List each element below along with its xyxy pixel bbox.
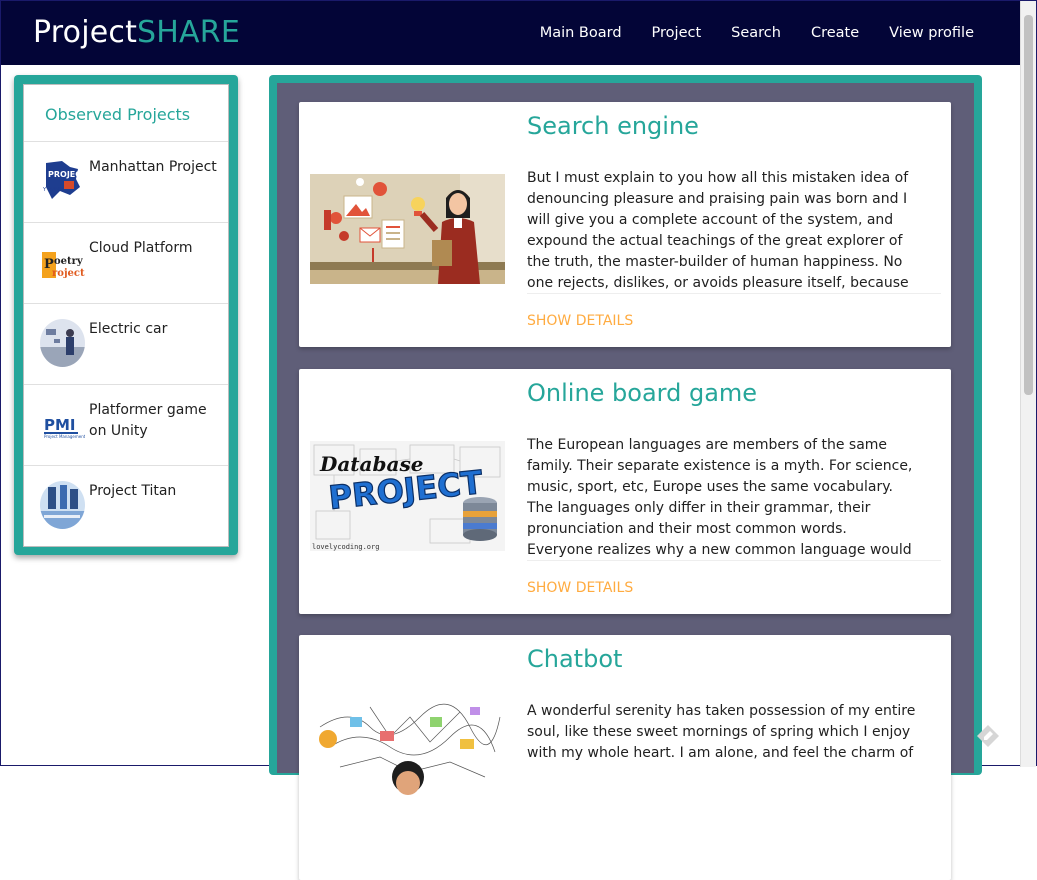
sidebar-item-cloud-platform[interactable]: P oetry roject Cloud Platform bbox=[24, 223, 228, 304]
scrollbar-thumb[interactable] bbox=[1024, 15, 1033, 395]
brand-logo[interactable]: ProjectSHARE bbox=[33, 13, 240, 53]
sidebar-item-label: Cloud Platform bbox=[89, 240, 193, 256]
nav-project[interactable]: Project bbox=[652, 25, 702, 41]
nav-main-board[interactable]: Main Board bbox=[540, 25, 622, 41]
project-thumbnail: PROJECT Y MANH bbox=[40, 157, 85, 205]
project-card: Chatbot A wonderful serenity has taken p… bbox=[299, 635, 951, 880]
svg-text:PMI: PMI bbox=[44, 416, 76, 434]
project-image bbox=[310, 687, 505, 797]
project-title[interactable]: Search engine bbox=[527, 111, 699, 141]
project-card: Database PROJECT lovelycoding.org Online… bbox=[299, 369, 951, 614]
project-description: A wonderful serenity has taken possessio… bbox=[527, 703, 916, 761]
edit-icon[interactable] bbox=[975, 723, 1001, 749]
nav-create[interactable]: Create bbox=[811, 25, 859, 41]
brand-name-accent: SHARE bbox=[137, 15, 240, 50]
nav-search[interactable]: Search bbox=[731, 25, 781, 41]
project-thumbnail bbox=[40, 481, 85, 529]
project-thumbnail: P oetry roject bbox=[40, 238, 85, 286]
project-description: But I must explain to you how all this m… bbox=[527, 170, 909, 291]
project-title[interactable]: Online board game bbox=[527, 378, 757, 408]
project-feed: Search engine But I must explain to you … bbox=[277, 83, 974, 880]
show-details-link[interactable]: SHOW DETAILS bbox=[527, 580, 633, 596]
project-card: Search engine But I must explain to you … bbox=[299, 102, 951, 347]
sidebar-item-label: Platformer game on Unity bbox=[89, 402, 207, 439]
svg-text:Project Management: Project Management bbox=[44, 434, 85, 439]
svg-text:Y MANH: Y MANH bbox=[42, 187, 63, 193]
observed-projects-title: Observed Projects bbox=[24, 85, 228, 142]
observed-projects-panel: Observed Projects PROJECT Y MANH Manhatt… bbox=[14, 75, 238, 555]
show-details-link[interactable]: SHOW DETAILS bbox=[527, 313, 633, 329]
svg-text:roject: roject bbox=[52, 268, 85, 279]
sidebar-item-electric-car[interactable]: Electric car bbox=[24, 304, 228, 385]
sidebar-item-platformer-game[interactable]: PMI Project Management Platformer game o… bbox=[24, 385, 228, 466]
nav-links: Main Board Project Search Create View pr… bbox=[510, 1, 974, 65]
brand-name-plain: Project bbox=[33, 15, 138, 50]
observed-projects-list: Observed Projects PROJECT Y MANH Manhatt… bbox=[23, 84, 229, 547]
project-title[interactable]: Chatbot bbox=[527, 644, 622, 674]
nav-view-profile[interactable]: View profile bbox=[889, 25, 974, 41]
top-navbar: ProjectSHARE Main Board Project Search C… bbox=[1, 1, 1020, 65]
sidebar-item-label: Project Titan bbox=[89, 483, 177, 499]
sidebar-item-label: Electric car bbox=[89, 321, 168, 337]
svg-text:oetry: oetry bbox=[54, 256, 84, 267]
project-image: Database PROJECT lovelycoding.org bbox=[310, 441, 505, 551]
project-thumbnail bbox=[40, 319, 85, 367]
svg-text:PROJECT: PROJECT bbox=[48, 170, 85, 179]
sidebar-item-manhattan-project[interactable]: PROJECT Y MANH Manhattan Project bbox=[24, 142, 228, 223]
project-image bbox=[310, 174, 505, 284]
sidebar-item-project-titan[interactable]: Project Titan bbox=[24, 466, 228, 547]
card-divider bbox=[527, 293, 941, 294]
sidebar-item-label: Manhattan Project bbox=[89, 159, 217, 175]
project-thumbnail: PMI Project Management bbox=[40, 400, 85, 448]
card-divider bbox=[527, 560, 941, 561]
page-scrollbar[interactable] bbox=[1020, 1, 1036, 767]
project-feed-panel: Search engine But I must explain to you … bbox=[269, 75, 982, 880]
image-caption: lovelycoding.org bbox=[312, 543, 379, 551]
project-description: The European languages are members of th… bbox=[527, 437, 913, 558]
